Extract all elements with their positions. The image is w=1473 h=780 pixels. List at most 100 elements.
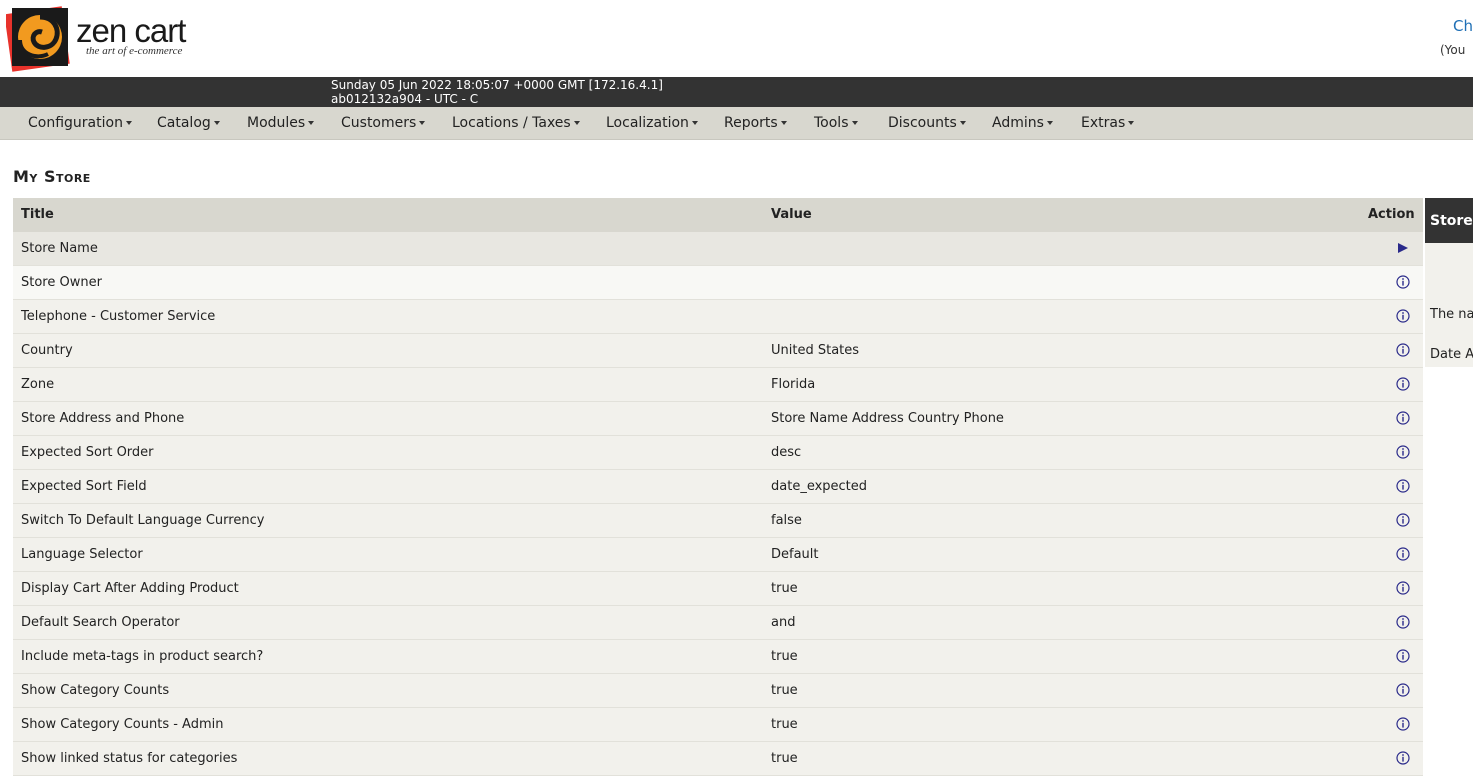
table-row[interactable]: Switch To Default Language Currency fals… bbox=[13, 504, 1423, 538]
menu-admins[interactable]: Admins bbox=[992, 115, 1053, 131]
caret-down-icon bbox=[213, 121, 220, 125]
info-icon[interactable] bbox=[1396, 547, 1410, 561]
menu-locations-taxes[interactable]: Locations / Taxes bbox=[452, 115, 580, 131]
menu-catalog[interactable]: Catalog bbox=[157, 115, 220, 131]
caret-down-icon bbox=[780, 121, 787, 125]
info-icon[interactable] bbox=[1396, 275, 1410, 289]
table-row[interactable]: Show Category Counts true bbox=[13, 674, 1423, 708]
server-info-bar: Sunday 05 Jun 2022 18:05:07 +0000 GMT [1… bbox=[0, 77, 1473, 107]
logo-tagline: the art of e-commerce bbox=[86, 45, 183, 57]
info-icon[interactable] bbox=[1396, 581, 1410, 595]
side-panel-date: Date Ac bbox=[1430, 347, 1473, 362]
info-icon[interactable] bbox=[1396, 683, 1410, 697]
menu-configuration[interactable]: Configuration bbox=[28, 115, 132, 131]
zen-cart-logo-icon bbox=[6, 6, 70, 72]
row-value: true bbox=[771, 717, 798, 732]
info-icon[interactable] bbox=[1396, 649, 1410, 663]
table-row[interactable]: Country United States bbox=[13, 334, 1423, 368]
row-value: desc bbox=[771, 445, 802, 460]
table-row[interactable]: Default Search Operator and bbox=[13, 606, 1423, 640]
table-row[interactable]: Expected Sort Order desc bbox=[13, 436, 1423, 470]
row-title: Country bbox=[21, 343, 73, 358]
row-value: date_expected bbox=[771, 479, 868, 494]
info-icon[interactable] bbox=[1396, 513, 1410, 527]
top-right-link[interactable]: Ch bbox=[1453, 17, 1473, 35]
header-value: Value bbox=[771, 207, 812, 222]
table-row[interactable]: Include meta-tags in product search? tru… bbox=[13, 640, 1423, 674]
row-title: Show Category Counts bbox=[21, 683, 170, 698]
menu-label: Configuration bbox=[28, 115, 123, 131]
table-row[interactable]: Expected Sort Field date_expected bbox=[13, 470, 1423, 504]
row-value: Florida bbox=[771, 377, 816, 392]
play-arrow-icon[interactable] bbox=[1396, 241, 1410, 255]
table-row[interactable]: Language Selector Default bbox=[13, 538, 1423, 572]
menu-label: Localization bbox=[606, 115, 689, 131]
row-title: Display Cart After Adding Product bbox=[21, 581, 239, 596]
page-title: My Store bbox=[13, 167, 91, 186]
row-title: Expected Sort Order bbox=[21, 445, 154, 460]
menu-extras[interactable]: Extras bbox=[1081, 115, 1135, 131]
menu-reports[interactable]: Reports bbox=[724, 115, 787, 131]
menu-label: Modules bbox=[247, 115, 306, 131]
menu-label: Catalog bbox=[157, 115, 211, 131]
row-title: Store Name bbox=[21, 241, 98, 256]
configuration-table: Title Value Action Store Name Store Owne… bbox=[13, 198, 1423, 776]
info-icon[interactable] bbox=[1396, 377, 1410, 391]
row-value: Store Name Address Country Phone bbox=[771, 411, 1004, 426]
info-icon[interactable] bbox=[1396, 479, 1410, 493]
row-value: true bbox=[771, 581, 798, 596]
row-title: Include meta-tags in product search? bbox=[21, 649, 264, 664]
row-title: Show linked status for categories bbox=[21, 751, 238, 766]
side-panel-body: The nar Date Ac bbox=[1425, 243, 1473, 367]
row-value: true bbox=[771, 683, 798, 698]
side-panel-heading: Store bbox=[1430, 213, 1473, 229]
table-row[interactable]: Store Address and Phone Store Name Addre… bbox=[13, 402, 1423, 436]
logo-wordmark: zen cart bbox=[76, 12, 186, 49]
info-icon[interactable] bbox=[1396, 309, 1410, 323]
row-title: Language Selector bbox=[21, 547, 143, 562]
info-icon[interactable] bbox=[1396, 445, 1410, 459]
info-icon[interactable] bbox=[1396, 751, 1410, 765]
row-title: Store Owner bbox=[21, 275, 102, 290]
menu-localization[interactable]: Localization bbox=[606, 115, 698, 131]
caret-down-icon bbox=[419, 121, 426, 125]
menu-modules[interactable]: Modules bbox=[247, 115, 315, 131]
caret-down-icon bbox=[573, 121, 580, 125]
row-title: Default Search Operator bbox=[21, 615, 180, 630]
menu-label: Customers bbox=[341, 115, 417, 131]
row-title: Zone bbox=[21, 377, 55, 392]
row-value: Default bbox=[771, 547, 819, 562]
header-action: Action bbox=[1368, 207, 1415, 222]
table-row[interactable]: Display Cart After Adding Product true bbox=[13, 572, 1423, 606]
menu-label: Reports bbox=[724, 115, 778, 131]
menu-label: Locations / Taxes bbox=[452, 115, 571, 131]
server-info-text: Sunday 05 Jun 2022 18:05:07 +0000 GMT [1… bbox=[331, 78, 663, 106]
caret-down-icon bbox=[1128, 121, 1135, 125]
row-title: Telephone - Customer Service bbox=[21, 309, 216, 324]
info-icon[interactable] bbox=[1396, 343, 1410, 357]
menu-label: Extras bbox=[1081, 115, 1126, 131]
menu-discounts[interactable]: Discounts bbox=[888, 115, 966, 131]
table-row[interactable]: Show Category Counts - Admin true bbox=[13, 708, 1423, 742]
row-value: false bbox=[771, 513, 802, 528]
table-row[interactable]: Show linked status for categories true bbox=[13, 742, 1423, 776]
caret-down-icon bbox=[125, 121, 132, 125]
row-value: true bbox=[771, 751, 798, 766]
zen-cart-logo[interactable]: zen cart the art of e-commerce bbox=[6, 4, 196, 72]
admin-menu-bar: Configuration Catalog Modules Customers … bbox=[0, 107, 1473, 140]
table-row[interactable]: Telephone - Customer Service bbox=[13, 300, 1423, 334]
info-icon[interactable] bbox=[1396, 717, 1410, 731]
menu-tools[interactable]: Tools bbox=[814, 115, 858, 131]
side-panel-description: The nar bbox=[1430, 307, 1473, 322]
row-title: Switch To Default Language Currency bbox=[21, 513, 265, 528]
menu-customers[interactable]: Customers bbox=[341, 115, 426, 131]
menu-label: Tools bbox=[814, 115, 849, 131]
table-row[interactable]: Store Owner bbox=[13, 266, 1423, 300]
caret-down-icon bbox=[308, 121, 315, 125]
row-title: Store Address and Phone bbox=[21, 411, 185, 426]
table-row[interactable]: Zone Florida bbox=[13, 368, 1423, 402]
info-icon[interactable] bbox=[1396, 615, 1410, 629]
table-row[interactable]: Store Name bbox=[13, 232, 1423, 266]
info-icon[interactable] bbox=[1396, 411, 1410, 425]
side-panel-header: Store bbox=[1425, 198, 1473, 243]
